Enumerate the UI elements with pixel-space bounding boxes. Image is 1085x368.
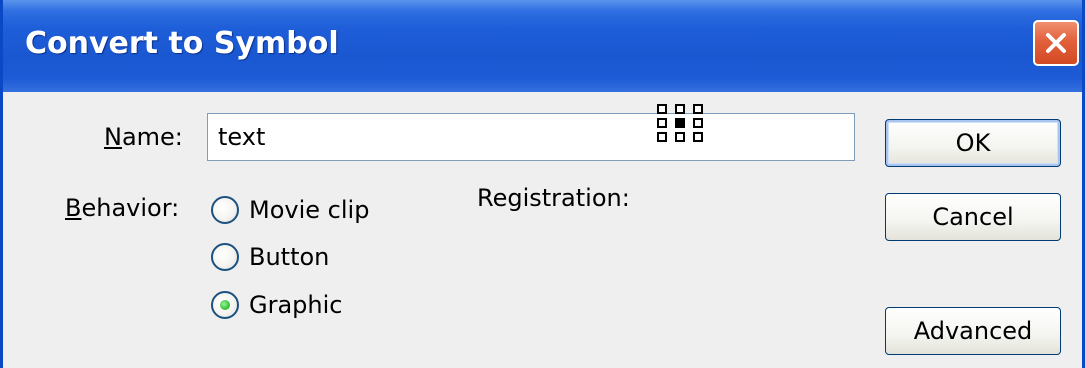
- radio-movie-clip[interactable]: Movie clip: [211, 192, 369, 228]
- radio-selected-icon[interactable]: [211, 291, 239, 319]
- registration-label: Registration:: [477, 184, 630, 212]
- behavior-label-text: ehavior:: [81, 194, 180, 222]
- radio-movie-clip-label: Movie clip: [249, 196, 370, 224]
- name-label-text: ame:: [121, 123, 183, 151]
- registration-center[interactable]: [675, 118, 685, 128]
- name-input[interactable]: [207, 113, 855, 161]
- registration-bottom-left[interactable]: [657, 132, 667, 142]
- behavior-label: Behavior:: [65, 194, 179, 222]
- title-bar[interactable]: Convert to Symbol: [3, 0, 1082, 92]
- registration-top-right[interactable]: [693, 104, 703, 114]
- advanced-button[interactable]: Advanced: [885, 307, 1061, 355]
- radio-button-icon[interactable]: [211, 243, 239, 271]
- ok-button[interactable]: OK: [885, 119, 1061, 167]
- close-icon: [1046, 33, 1066, 53]
- registration-bottom-center[interactable]: [675, 132, 685, 142]
- behavior-label-accesskey: B: [65, 194, 82, 222]
- registration-grid-icon[interactable]: [657, 104, 711, 152]
- radio-graphic[interactable]: Graphic: [211, 287, 342, 323]
- cancel-button[interactable]: Cancel: [885, 193, 1061, 241]
- name-label: Name:: [104, 123, 183, 151]
- radio-dot-icon: [220, 300, 230, 310]
- registration-top-center[interactable]: [675, 104, 685, 114]
- radio-graphic-label: Graphic: [249, 291, 343, 319]
- registration-middle-left[interactable]: [657, 118, 667, 128]
- dialog-body: Name: Behavior: Movie clip Button Graphi…: [3, 92, 1082, 368]
- registration-top-left[interactable]: [657, 104, 667, 114]
- radio-button-icon[interactable]: [211, 196, 239, 224]
- name-label-accesskey: N: [104, 123, 122, 151]
- close-button[interactable]: [1033, 20, 1079, 66]
- convert-to-symbol-dialog: Convert to Symbol Name: Behavior: Movie …: [0, 0, 1085, 368]
- window-title: Convert to Symbol: [25, 26, 339, 61]
- radio-button[interactable]: Button: [211, 239, 329, 275]
- registration-middle-right[interactable]: [693, 118, 703, 128]
- registration-bottom-right[interactable]: [693, 132, 703, 142]
- radio-button-label: Button: [249, 243, 330, 271]
